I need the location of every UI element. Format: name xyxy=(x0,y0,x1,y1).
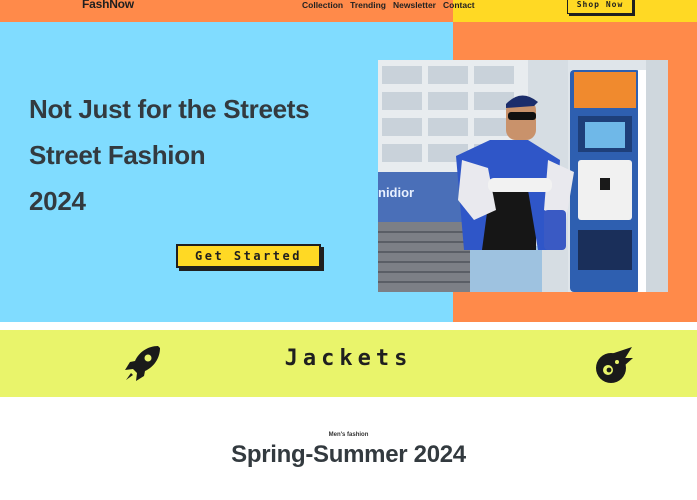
hero-headline-line-3: 2024 xyxy=(29,186,86,216)
nav-link-contact[interactable]: Contact xyxy=(443,0,475,10)
section-kicker: Men's fashion xyxy=(328,432,369,438)
street-fashion-photo: nidior xyxy=(378,60,668,292)
hero-headline-line-1: Not Just for the Streets xyxy=(29,94,310,124)
top-navbar: FashNow Collection Trending Newsletter C… xyxy=(0,0,697,22)
hero-photo: nidior xyxy=(378,60,668,292)
hero-headline-line-2: Street Fashion xyxy=(29,140,206,170)
nav-link-newsletter[interactable]: Newsletter xyxy=(393,0,436,10)
get-started-button[interactable]: Get Started xyxy=(176,244,321,268)
category-band: Jackets xyxy=(0,330,697,397)
nav-links: Collection Trending Newsletter Contact xyxy=(302,0,475,10)
nav-link-trending[interactable]: Trending xyxy=(350,0,386,10)
shop-now-button[interactable]: Shop Now xyxy=(567,0,633,14)
nav-link-collection[interactable]: Collection xyxy=(302,0,343,10)
brand-logo[interactable]: FashNow xyxy=(82,0,134,11)
section-title: Spring-Summer 2024 xyxy=(231,441,466,468)
storefront-sign-text: nidior xyxy=(378,185,414,200)
category-title[interactable]: Jackets xyxy=(0,346,697,371)
meteor-icon xyxy=(596,347,633,383)
hero-section: Not Just for the Streets Street Fashion … xyxy=(0,22,697,322)
